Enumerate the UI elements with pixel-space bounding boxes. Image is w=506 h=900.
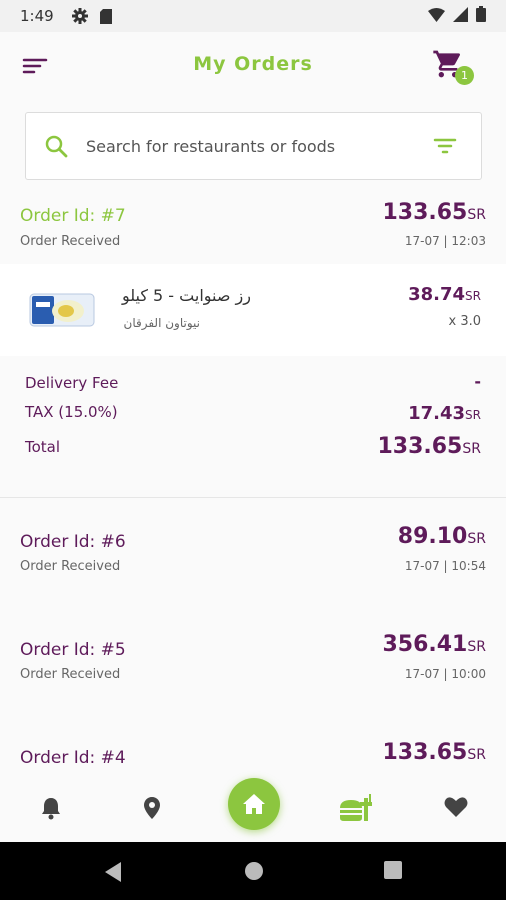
menu-icon[interactable] (22, 54, 48, 78)
heart-icon[interactable] (444, 796, 468, 820)
order-id: Order Id: #6 (20, 532, 126, 552)
system-nav-bar (0, 842, 506, 900)
signal-icon (453, 6, 468, 26)
search-input[interactable]: Search for restaurants or foods (86, 137, 335, 156)
cart-count-badge: 1 (455, 66, 474, 85)
filter-icon[interactable] (433, 136, 457, 156)
status-time: 1:49 (20, 7, 54, 25)
order-summary: Delivery Fee - TAX (15.0%) 17.43SR Total… (0, 366, 506, 498)
battery-icon (476, 6, 486, 26)
order-date: 17-07 | 10:00 (404, 667, 486, 681)
order-date: 17-07 | 12:03 (404, 234, 486, 248)
item-name: رز صنوايت - 5 كيلو (121, 286, 251, 305)
delivery-fee-label: Delivery Fee (25, 374, 119, 392)
status-bar: 1:49 (0, 0, 506, 32)
order-price: 133.65SR (382, 200, 486, 225)
order-status: Order Received (20, 234, 121, 249)
food-icon[interactable] (338, 792, 374, 824)
order-id: Order Id: #7 (20, 206, 126, 226)
bottom-nav (0, 778, 506, 840)
app-bar: My Orders 1 (0, 32, 506, 100)
location-icon[interactable] (141, 796, 165, 820)
order-id: Order Id: #5 (20, 640, 126, 660)
item-price: 38.74SR (408, 284, 481, 305)
order-price: 89.10SR (397, 524, 486, 549)
order-status: Order Received (20, 667, 121, 682)
item-quantity: x 3.0 (448, 314, 482, 329)
page-title: My Orders (193, 53, 313, 75)
order-item-card: رز صنوايت - 5 كيلو نيوتاون الفرقان 38.74… (0, 264, 506, 356)
recents-icon[interactable] (384, 861, 402, 883)
order-row[interactable]: Order Id: #6 Order Received 89.10SR 17-0… (0, 522, 506, 582)
order-price: 356.41SR (382, 632, 486, 657)
tax-label: TAX (15.0%) (25, 403, 118, 421)
cart-button[interactable]: 1 (432, 48, 474, 88)
tax-value: 17.43SR (408, 403, 481, 424)
order-row[interactable]: Order Id: #7 Order Received 133.65SR 17-… (0, 200, 506, 264)
order-row[interactable]: Order Id: #4 133.65SR (0, 738, 506, 778)
search-bar[interactable]: Search for restaurants or foods (25, 112, 482, 180)
product-image (28, 290, 96, 330)
bell-icon[interactable] (40, 796, 64, 820)
order-price: 133.65SR (382, 740, 486, 765)
settings-icon (71, 8, 88, 24)
sd-card-icon (99, 8, 112, 24)
back-icon[interactable] (103, 861, 123, 887)
search-icon (44, 134, 68, 158)
item-store: نيوتاون الفرقان (123, 316, 200, 330)
home-nav-icon[interactable] (244, 861, 264, 885)
order-date: 17-07 | 10:54 (404, 559, 486, 573)
order-status: Order Received (20, 559, 121, 574)
wifi-icon (428, 7, 445, 26)
home-button[interactable] (228, 778, 280, 830)
total-value: 133.65SR (377, 434, 481, 459)
order-id: Order Id: #4 (20, 748, 126, 768)
order-row[interactable]: Order Id: #5 Order Received 356.41SR 17-… (0, 630, 506, 690)
total-label: Total (25, 438, 61, 456)
delivery-fee-value: - (474, 372, 481, 391)
home-icon (243, 794, 265, 814)
